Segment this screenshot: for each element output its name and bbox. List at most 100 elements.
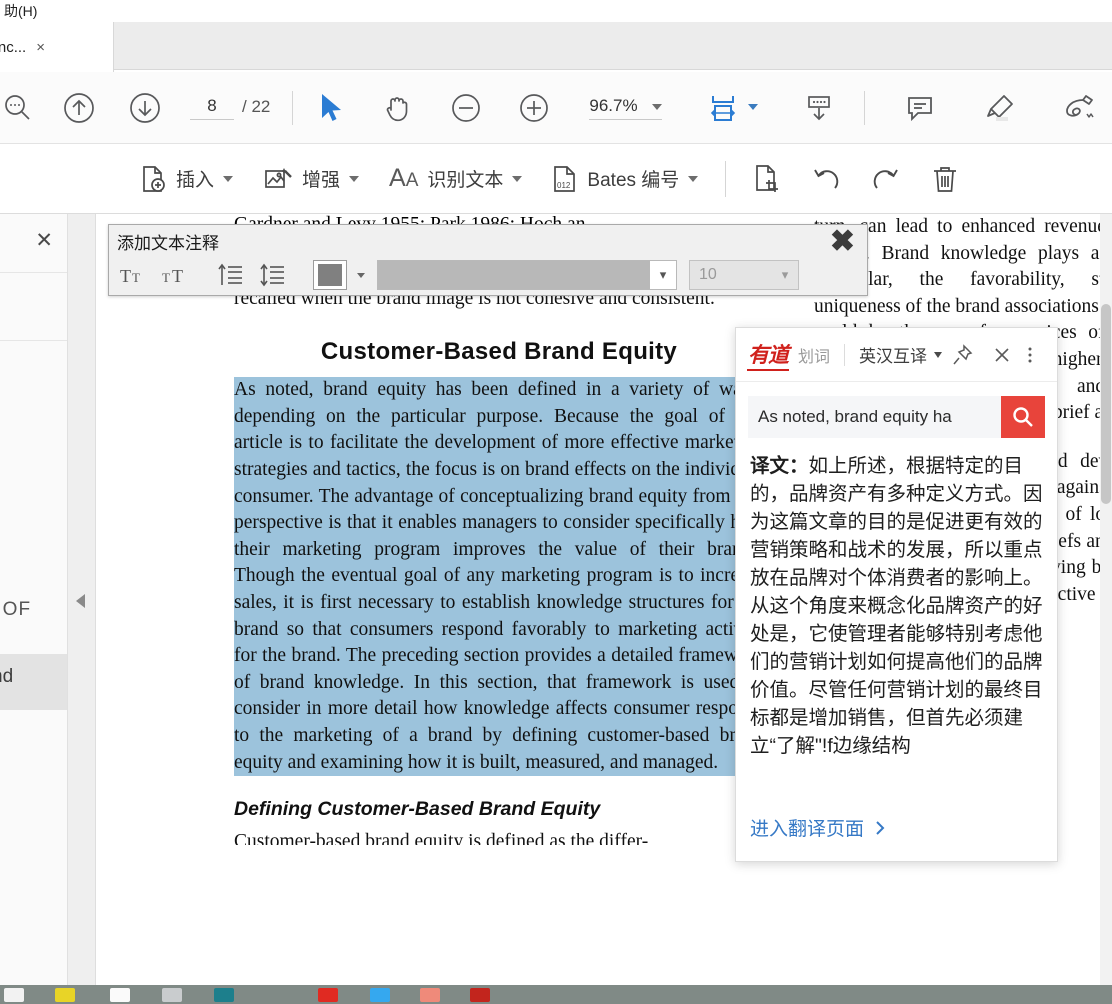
line-spacing-icon[interactable] bbox=[255, 258, 291, 292]
youdao-mode-label[interactable]: 英汉互译 bbox=[859, 342, 927, 367]
taskbar-icon-8[interactable] bbox=[420, 988, 440, 1002]
menu-item-help[interactable]: 助(H) bbox=[0, 1, 41, 21]
youdao-popup-header: 有道 划词 英汉互译 bbox=[736, 328, 1057, 382]
vertical-scrollbar[interactable] bbox=[1100, 214, 1112, 985]
collapse-panel-arrow-icon[interactable] bbox=[76, 594, 85, 608]
font-size-select[interactable]: 10 ▾ bbox=[689, 260, 799, 290]
bookmarks-panel: ✕ NS OF nd bbox=[0, 214, 68, 1004]
section-heading-customer-based-brand-equity: Customer-Based Brand Equity bbox=[320, 337, 678, 365]
taskbar-icon-9[interactable] bbox=[470, 988, 490, 1002]
increase-font-size-icon[interactable]: T T bbox=[115, 258, 151, 292]
annotation-toolbar: 插入 增强 AA 识别文本 012 Bates 编号 bbox=[0, 144, 1112, 214]
font-size-value: 10 bbox=[699, 266, 717, 283]
scrollbar-thumb[interactable] bbox=[1101, 304, 1111, 504]
youdao-translate-popup: 有道 划词 英汉互译 As noted, brand equity ha 译文：… bbox=[735, 327, 1058, 862]
page-total-label: / 22 bbox=[242, 96, 271, 116]
chevron-down-icon[interactable]: ▾ bbox=[650, 267, 676, 283]
youdao-logo: 有道 bbox=[747, 339, 789, 371]
close-icon[interactable]: ✖ bbox=[830, 227, 855, 257]
bates-numbering-button[interactable]: 012 Bates 编号 bbox=[537, 152, 713, 206]
youdao-translation-text: 如上所述，根据特定的目的，品牌资产有多种定义方式。因为这篇文章的目的是促进更有效… bbox=[750, 455, 1043, 757]
document-tab[interactable]: 4_Conc... × bbox=[0, 22, 114, 72]
os-taskbar[interactable] bbox=[0, 985, 1112, 1004]
insert-label: 插入 bbox=[176, 170, 215, 191]
chevron-down-icon[interactable]: ▾ bbox=[772, 267, 798, 283]
text-annotation-toolbar: 添加文本注释 ✖ T T T T ▾ 10 ▾ bbox=[108, 224, 868, 296]
zoom-out-icon[interactable] bbox=[443, 85, 489, 131]
toolbar-divider-1 bbox=[292, 90, 294, 125]
select-tool-icon[interactable] bbox=[309, 85, 355, 131]
signature-pen-icon[interactable] bbox=[1057, 85, 1103, 131]
comment-icon[interactable] bbox=[897, 85, 943, 131]
ocr-aa-icon: AA bbox=[389, 164, 419, 192]
text-color-swatch[interactable] bbox=[313, 260, 347, 290]
chevron-down-icon[interactable] bbox=[934, 351, 943, 358]
chevron-down-icon[interactable] bbox=[512, 175, 523, 182]
youdao-query-input[interactable]: As noted, brand equity ha bbox=[748, 396, 1001, 438]
chevron-down-icon[interactable] bbox=[349, 175, 360, 182]
section-heading-defining: Defining Customer-Based Brand Equity bbox=[234, 798, 601, 821]
ocr-button[interactable]: AA 识别文本 bbox=[374, 152, 537, 206]
bookmark-item-label-2: NS OF bbox=[0, 599, 32, 620]
close-icon[interactable]: × bbox=[36, 39, 45, 56]
chevron-down-icon[interactable] bbox=[651, 103, 662, 110]
bates-label: Bates 编号 bbox=[587, 170, 680, 191]
taskbar-icon-4[interactable] bbox=[162, 988, 182, 1002]
main-toolbar: 8 / 22 96.7% bbox=[0, 72, 1112, 144]
previous-page-icon[interactable] bbox=[56, 85, 102, 131]
toolbar2-divider bbox=[725, 160, 727, 197]
enhance-label: 增强 bbox=[302, 170, 341, 191]
pdf-reader-window: 助(H) 4_Conc... × bbox=[0, 0, 1112, 1004]
more-options-icon[interactable] bbox=[1027, 345, 1033, 365]
highlighter-icon[interactable] bbox=[977, 85, 1023, 131]
annotation-toolbar-title: 添加文本注释 bbox=[117, 234, 219, 253]
taskbar-icon-7[interactable] bbox=[370, 988, 390, 1002]
delete-button[interactable] bbox=[916, 152, 974, 206]
document-tab-label: 4_Conc... bbox=[0, 38, 27, 56]
fit-width-icon[interactable] bbox=[700, 85, 746, 131]
paragraph-defining-start: Customer-based brand equity is defined a… bbox=[234, 830, 649, 845]
paragraph-spacing-icon[interactable] bbox=[213, 258, 249, 292]
font-family-value bbox=[378, 261, 650, 289]
search-icon[interactable] bbox=[1001, 396, 1045, 438]
panel-close-icon[interactable]: ✕ bbox=[35, 228, 53, 253]
ocr-label: 识别文本 bbox=[427, 170, 504, 191]
hand-tool-icon[interactable] bbox=[375, 85, 421, 131]
taskbar-icon-6[interactable] bbox=[318, 988, 338, 1002]
document-left-column: recalled when the brand image is not coh… bbox=[234, 214, 764, 845]
next-page-icon[interactable] bbox=[122, 85, 168, 131]
font-family-select[interactable]: ▾ bbox=[377, 260, 677, 290]
decrease-font-size-icon[interactable]: T T bbox=[157, 258, 193, 292]
chevron-down-icon[interactable] bbox=[223, 175, 234, 182]
taskbar-icon-5[interactable] bbox=[214, 988, 234, 1002]
chevron-down-icon[interactable] bbox=[688, 175, 699, 182]
undo-button[interactable] bbox=[796, 152, 856, 206]
youdao-open-translate-page-link[interactable]: 进入翻译页面 bbox=[750, 814, 887, 841]
youdao-subtitle: 划词 bbox=[798, 348, 831, 366]
search-icon[interactable] bbox=[0, 85, 40, 131]
chevron-down-icon[interactable] bbox=[357, 272, 365, 278]
crop-page-button[interactable] bbox=[738, 152, 796, 206]
svg-text:T: T bbox=[120, 266, 131, 286]
redo-button[interactable] bbox=[856, 152, 916, 206]
youdao-header-divider bbox=[844, 343, 846, 366]
menu-bar: 助(H) bbox=[0, 0, 1112, 22]
panel-splitter[interactable] bbox=[68, 214, 96, 1004]
download-icon[interactable] bbox=[796, 85, 842, 131]
close-icon[interactable] bbox=[992, 345, 1012, 365]
zoom-level-control[interactable]: 96.7% bbox=[589, 96, 662, 120]
pin-icon[interactable] bbox=[951, 343, 973, 366]
taskbar-icon-1[interactable] bbox=[4, 988, 24, 1002]
page-number-input[interactable]: 8 bbox=[190, 96, 234, 120]
taskbar-icon-2[interactable] bbox=[55, 988, 75, 1002]
zoom-in-icon[interactable] bbox=[511, 85, 557, 131]
enhance-button[interactable]: 增强 bbox=[248, 152, 374, 206]
svg-text:T: T bbox=[132, 270, 140, 285]
bookmark-item-label-4: nd bbox=[0, 666, 14, 687]
insert-button[interactable]: 插入 bbox=[124, 152, 248, 206]
taskbar-icon-3[interactable] bbox=[110, 988, 130, 1002]
youdao-link-label: 进入翻译页面 bbox=[750, 819, 865, 840]
fit-width-chevron-icon[interactable] bbox=[747, 103, 758, 110]
paragraph-selected-highlight[interactable]: As noted, brand equity has been defined … bbox=[234, 377, 764, 777]
page-navigator: 8 / 22 bbox=[190, 96, 270, 120]
